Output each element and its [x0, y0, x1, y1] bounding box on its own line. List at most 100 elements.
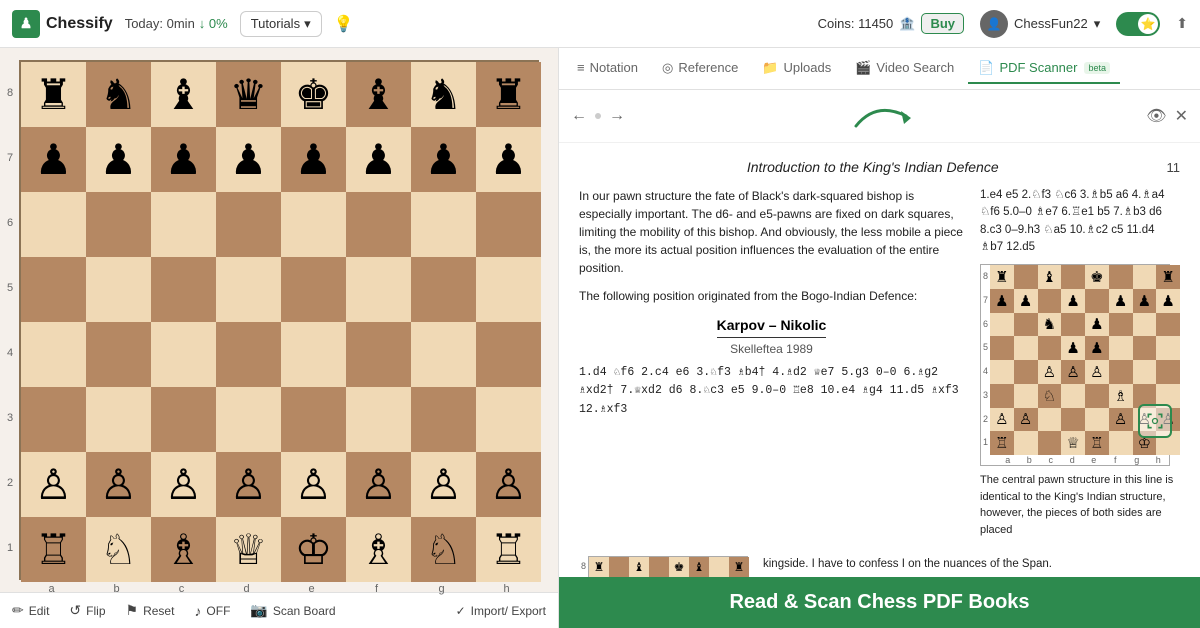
- import-export-tool[interactable]: ✓ Import/ Export: [456, 604, 546, 618]
- uploads-icon: 📁: [762, 60, 778, 76]
- collapse-icon[interactable]: ⬆: [1176, 15, 1188, 32]
- green-arrow-svg: [846, 96, 926, 136]
- chess-board[interactable]: ♜♞♝♛♚♝♞♜♟♟♟♟♟♟♟♟♙♙♙♙♙♙♙♙♖♘♗♕♔♗♘♖: [19, 60, 539, 580]
- board-wrapper: 8 7 6 5 4 3 2 1 ♜♞♝♛♚♝♞♜♟♟♟♟♟♟♟♟♙♙♙♙♙♙♙♙…: [0, 48, 558, 592]
- board-cell-0-5[interactable]: ♝: [346, 62, 411, 127]
- board-cell-2-0[interactable]: [21, 192, 86, 257]
- board-cell-7-7[interactable]: ♖: [476, 517, 541, 582]
- board-cell-5-2[interactable]: [151, 387, 216, 452]
- close-icon[interactable]: ✕: [1175, 106, 1188, 126]
- board-cell-4-2[interactable]: [151, 322, 216, 387]
- board-cell-3-7[interactable]: [476, 257, 541, 322]
- board-cell-2-1[interactable]: [86, 192, 151, 257]
- board-cell-7-3[interactable]: ♕: [216, 517, 281, 582]
- board-cell-1-5[interactable]: ♟: [346, 127, 411, 192]
- board-cell-6-2[interactable]: ♙: [151, 452, 216, 517]
- edit-tool[interactable]: ✏ Edit: [12, 602, 49, 619]
- board-cell-5-5[interactable]: [346, 387, 411, 452]
- tab-reference-label: Reference: [678, 60, 738, 75]
- board-cell-5-4[interactable]: [281, 387, 346, 452]
- theme-toggle[interactable]: ⭐: [1116, 12, 1160, 36]
- board-cell-3-0[interactable]: [21, 257, 86, 322]
- sound-tool[interactable]: ♪ OFF: [194, 603, 230, 619]
- board-cell-4-4[interactable]: [281, 322, 346, 387]
- board-cell-6-0[interactable]: ♙: [21, 452, 86, 517]
- board-cell-1-0[interactable]: ♟: [21, 127, 86, 192]
- prev-arrow[interactable]: ←: [571, 107, 587, 125]
- board-cell-2-6[interactable]: [411, 192, 476, 257]
- scan-overlay-icon[interactable]: [1138, 404, 1172, 438]
- mini-cell-3-6: [1133, 336, 1157, 360]
- board-cell-3-4[interactable]: [281, 257, 346, 322]
- board-cell-4-0[interactable]: [21, 322, 86, 387]
- buy-button[interactable]: Buy: [921, 13, 964, 34]
- board-cell-1-1[interactable]: ♟: [86, 127, 151, 192]
- board-cell-1-7[interactable]: ♟: [476, 127, 541, 192]
- board-cell-2-3[interactable]: [216, 192, 281, 257]
- scan-board-tool[interactable]: 📷 Scan Board: [250, 602, 335, 619]
- reset-tool[interactable]: ⚑ Reset: [126, 602, 175, 619]
- mini-cell-2-0: [990, 313, 1014, 337]
- tutorials-button[interactable]: Tutorials ▾: [240, 11, 322, 37]
- bulb-icon[interactable]: 💡: [334, 14, 354, 34]
- board-cell-3-6[interactable]: [411, 257, 476, 322]
- board-cell-1-6[interactable]: ♟: [411, 127, 476, 192]
- flip-tool[interactable]: ↺ Flip: [69, 602, 105, 619]
- board-cell-7-0[interactable]: ♖: [21, 517, 86, 582]
- board-cell-4-5[interactable]: [346, 322, 411, 387]
- board-cell-4-3[interactable]: [216, 322, 281, 387]
- board-cell-6-7[interactable]: ♙: [476, 452, 541, 517]
- tab-uploads[interactable]: 📁 Uploads: [752, 54, 841, 84]
- next-arrow[interactable]: →: [609, 107, 625, 125]
- tab-video-search[interactable]: 🎬 Video Search: [845, 54, 964, 84]
- board-cell-5-0[interactable]: [21, 387, 86, 452]
- board-cell-0-3[interactable]: ♛: [216, 62, 281, 127]
- board-cell-2-5[interactable]: [346, 192, 411, 257]
- tab-notation[interactable]: ≡ Notation: [567, 54, 648, 83]
- tab-pdf-scanner[interactable]: 📄 PDF Scanner beta: [968, 54, 1120, 84]
- board-cell-6-3[interactable]: ♙: [216, 452, 281, 517]
- board-cell-7-2[interactable]: ♗: [151, 517, 216, 582]
- header-left: ♟ Chessify Today: 0min ↓ 0% Tutorials ▾ …: [12, 10, 354, 38]
- board-cell-1-3[interactable]: ♟: [216, 127, 281, 192]
- board-cell-5-3[interactable]: [216, 387, 281, 452]
- board-cell-7-5[interactable]: ♗: [346, 517, 411, 582]
- board-cell-5-6[interactable]: [411, 387, 476, 452]
- rank-6: 6: [1, 190, 19, 255]
- board-cell-1-4[interactable]: ♟: [281, 127, 346, 192]
- board-cell-3-2[interactable]: [151, 257, 216, 322]
- board-cell-4-7[interactable]: [476, 322, 541, 387]
- board-cell-7-1[interactable]: ♘: [86, 517, 151, 582]
- board-cell-0-6[interactable]: ♞: [411, 62, 476, 127]
- board-cell-0-1[interactable]: ♞: [86, 62, 151, 127]
- board-cell-7-4[interactable]: ♔: [281, 517, 346, 582]
- board-cell-4-6[interactable]: [411, 322, 476, 387]
- board-cell-5-7[interactable]: [476, 387, 541, 452]
- scan-cta-button[interactable]: Read & Scan Chess PDF Books: [559, 577, 1200, 628]
- board-cell-4-1[interactable]: [86, 322, 151, 387]
- board-cell-2-7[interactable]: [476, 192, 541, 257]
- board-cell-0-4[interactable]: ♚: [281, 62, 346, 127]
- board-cell-6-4[interactable]: ♙: [281, 452, 346, 517]
- board-cell-6-1[interactable]: ♙: [86, 452, 151, 517]
- tab-reference[interactable]: ◎ Reference: [652, 54, 748, 84]
- board-cell-6-5[interactable]: ♙: [346, 452, 411, 517]
- board-cell-1-2[interactable]: ♟: [151, 127, 216, 192]
- board-cell-3-5[interactable]: [346, 257, 411, 322]
- board-cell-5-1[interactable]: [86, 387, 151, 452]
- board-cell-3-3[interactable]: [216, 257, 281, 322]
- second-cell-0-2: ♝: [629, 557, 649, 577]
- user-info[interactable]: 👤 ChessFun22 ▾: [980, 10, 1100, 38]
- toggle-switch[interactable]: ⭐: [1116, 12, 1160, 36]
- board-cell-7-6[interactable]: ♘: [411, 517, 476, 582]
- board-cell-6-6[interactable]: ♙: [411, 452, 476, 517]
- board-cell-0-2[interactable]: ♝: [151, 62, 216, 127]
- pdf-panel[interactable]: ← → 👁 ✕ Introdu: [559, 90, 1200, 628]
- board-cell-0-0[interactable]: ♜: [21, 62, 86, 127]
- board-cell-2-2[interactable]: [151, 192, 216, 257]
- logo: ♟ Chessify: [12, 10, 113, 38]
- board-cell-0-7[interactable]: ♜: [476, 62, 541, 127]
- board-cell-2-4[interactable]: [281, 192, 346, 257]
- board-cell-3-1[interactable]: [86, 257, 151, 322]
- view-icon[interactable]: 👁: [1146, 106, 1166, 126]
